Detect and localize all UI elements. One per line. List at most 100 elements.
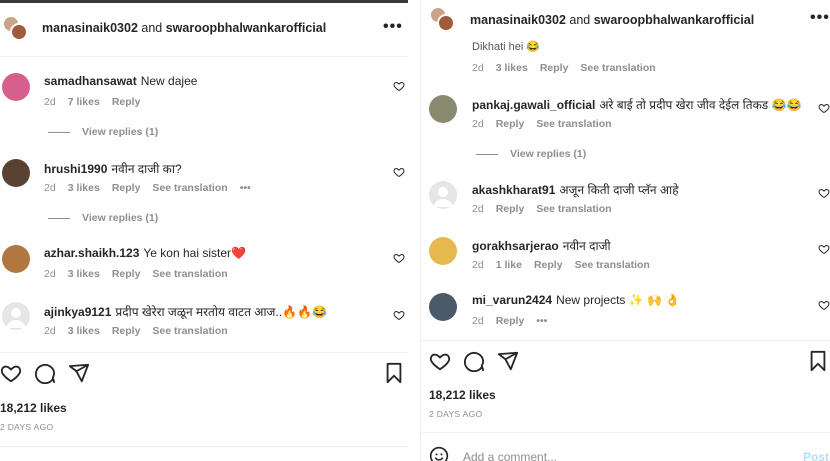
reply-button[interactable]: Reply — [112, 325, 141, 337]
header-avatars[interactable] — [429, 6, 457, 34]
comment-meta: 2d 1 like Reply See translation — [472, 259, 650, 271]
reply-button[interactable]: Reply — [496, 315, 525, 327]
avatar[interactable] — [2, 302, 30, 330]
post-header: manasinaik0302 and swaroopbhalwankaroffi… — [421, 0, 830, 40]
comment-username[interactable]: azhar.shaikh.123 — [44, 246, 139, 260]
header-avatars[interactable] — [2, 15, 30, 43]
avatar[interactable] — [429, 293, 457, 321]
reply-button[interactable]: Reply — [112, 268, 141, 280]
comment-icon[interactable] — [463, 350, 485, 372]
comment-text: pankaj.gawali_official अरे बाई तो प्रदीप … — [472, 98, 802, 112]
save-bookmark-icon[interactable] — [807, 350, 829, 372]
comment-username[interactable]: gorakhsarjerao — [472, 239, 559, 253]
divider — [421, 432, 830, 433]
comment-likes[interactable]: 1 like — [496, 259, 522, 271]
comment-meta: 2d 7 likes Reply — [44, 96, 140, 108]
comment-time[interactable]: 2d — [472, 62, 484, 74]
comment-username[interactable]: akashkharat91 — [472, 183, 555, 197]
add-comment-input[interactable]: Add a comment... — [463, 450, 557, 461]
view-replies-button[interactable]: View replies (1) — [48, 126, 158, 138]
view-replies-button[interactable]: View replies (1) — [476, 148, 586, 160]
like-icon[interactable] — [0, 362, 22, 384]
like-icon[interactable] — [429, 350, 451, 372]
comment-meta: 2d 3 likes Reply See translation — [44, 325, 228, 337]
view-replies-button[interactable]: View replies (1) — [48, 212, 158, 224]
like-heart-icon[interactable] — [818, 102, 830, 114]
divider — [0, 56, 408, 57]
header-user1[interactable]: manasinaik0302 — [42, 21, 138, 35]
comment-meta: 2d 3 likes Reply See translation — [472, 62, 656, 74]
comment-meta: 2d Reply ••• — [472, 315, 547, 327]
comment-username[interactable]: pankaj.gawali_official — [472, 98, 595, 112]
comment-username[interactable]: mi_varun2424 — [472, 293, 552, 307]
header-user2[interactable]: swaroopbhalwankarofficial — [166, 21, 326, 35]
share-icon[interactable] — [68, 362, 90, 384]
comment-username[interactable]: ajinkya9121 — [44, 305, 111, 319]
avatar[interactable] — [2, 73, 30, 101]
comment-time[interactable]: 2d — [472, 315, 484, 327]
avatar[interactable] — [2, 159, 30, 187]
comment-likes[interactable]: 3 likes — [68, 268, 100, 280]
post-button[interactable]: Post — [803, 450, 829, 461]
reply-button[interactable]: Reply — [112, 96, 141, 108]
comment-time[interactable]: 2d — [44, 182, 56, 194]
comment-more-icon[interactable]: ••• — [240, 182, 251, 194]
post-header: manasinaik0302 and swaroopbhalwankaroffi… — [0, 0, 408, 56]
comment-likes[interactable]: 3 likes — [68, 325, 100, 337]
share-icon[interactable] — [497, 350, 519, 372]
likes-count[interactable]: 18,212 likes — [0, 401, 67, 415]
comment-username[interactable]: samadhansawat — [44, 74, 137, 88]
comment-icon[interactable] — [34, 362, 56, 384]
more-options-icon[interactable]: ••• — [383, 18, 403, 36]
see-translation-button[interactable]: See translation — [536, 118, 611, 130]
header-usernames[interactable]: manasinaik0302 and swaroopbhalwankaroffi… — [42, 21, 326, 35]
comment-username[interactable]: hrushi1990 — [44, 162, 107, 176]
avatar[interactable] — [429, 181, 457, 209]
see-translation-button[interactable]: See translation — [580, 62, 655, 74]
like-heart-icon[interactable] — [393, 309, 405, 321]
reply-button[interactable]: Reply — [540, 62, 569, 74]
comment-meta: 2d Reply See translation — [472, 118, 612, 130]
comment-time[interactable]: 2d — [472, 259, 484, 271]
reply-button[interactable]: Reply — [496, 118, 525, 130]
comment-more-icon[interactable]: ••• — [536, 315, 547, 327]
see-translation-button[interactable]: See translation — [152, 182, 227, 194]
see-translation-button[interactable]: See translation — [152, 268, 227, 280]
panel-gap — [408, 0, 420, 461]
header-user2[interactable]: swaroopbhalwankarofficial — [594, 13, 754, 27]
like-heart-icon[interactable] — [818, 243, 830, 255]
reply-button[interactable]: Reply — [112, 182, 141, 194]
default-avatar-icon — [6, 308, 26, 328]
likes-count[interactable]: 18,212 likes — [429, 388, 496, 402]
see-translation-button[interactable]: See translation — [536, 203, 611, 215]
avatar[interactable] — [2, 245, 30, 273]
comment-likes[interactable]: 3 likes — [496, 62, 528, 74]
comment-time[interactable]: 2d — [472, 203, 484, 215]
left-comments-panel: manasinaik0302 and swaroopbhalwankaroffi… — [0, 0, 408, 461]
comment-likes[interactable]: 7 likes — [68, 96, 100, 108]
comment-time[interactable]: 2d — [44, 268, 56, 280]
emoji-picker-icon[interactable] — [429, 446, 449, 461]
right-comments-panel: manasinaik0302 and swaroopbhalwankaroffi… — [420, 0, 830, 461]
avatar[interactable] — [429, 237, 457, 265]
comment-text: Dikhati hei 😂 — [472, 41, 541, 53]
like-heart-icon[interactable] — [818, 187, 830, 199]
header-user1[interactable]: manasinaik0302 — [470, 13, 566, 27]
see-translation-button[interactable]: See translation — [575, 259, 650, 271]
save-bookmark-icon[interactable] — [383, 362, 405, 384]
like-heart-icon[interactable] — [393, 252, 405, 264]
like-heart-icon[interactable] — [818, 299, 830, 311]
comment-likes[interactable]: 3 likes — [68, 182, 100, 194]
reply-button[interactable]: Reply — [534, 259, 563, 271]
reply-button[interactable]: Reply — [496, 203, 525, 215]
avatar[interactable] — [429, 95, 457, 123]
more-options-icon[interactable]: ••• — [810, 9, 830, 27]
comment-time[interactable]: 2d — [44, 96, 56, 108]
like-heart-icon[interactable] — [393, 166, 405, 178]
like-heart-icon[interactable] — [393, 80, 405, 92]
header-usernames[interactable]: manasinaik0302 and swaroopbhalwankaroffi… — [470, 13, 754, 27]
comment-time[interactable]: 2d — [44, 325, 56, 337]
default-avatar-icon — [433, 187, 453, 207]
see-translation-button[interactable]: See translation — [152, 325, 227, 337]
comment-time[interactable]: 2d — [472, 118, 484, 130]
